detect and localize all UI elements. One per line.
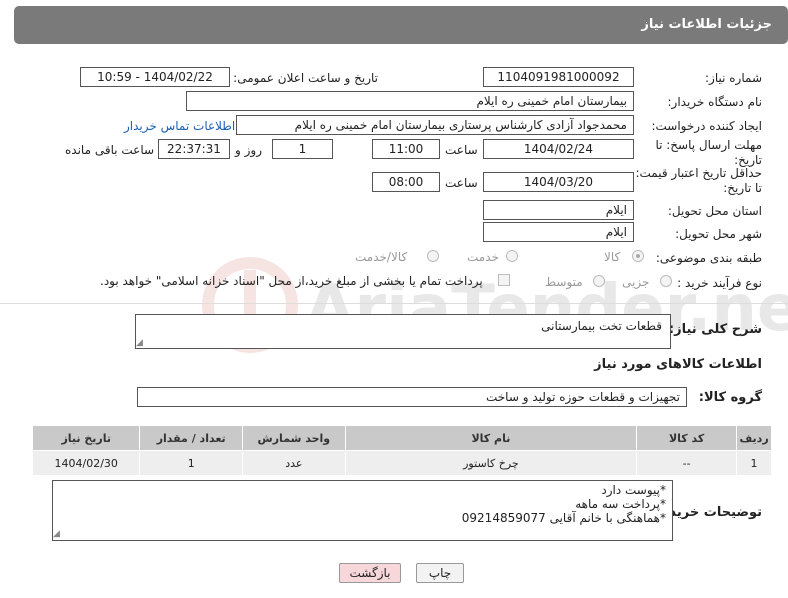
cell-qty: 1	[139, 450, 243, 476]
col-qty: تعداد / مقدار	[139, 425, 243, 451]
category-option-goods-service: کالا/خدمت	[355, 250, 408, 264]
col-unit: واحد شمارش	[241, 425, 346, 451]
goods-group-label: گروه کالا:	[698, 390, 762, 405]
items-table: ردیف کد کالا نام کالا واحد شمارش تعداد /…	[31, 425, 772, 476]
announce-field: 1404/02/22 - 10:59	[80, 67, 230, 87]
province-field: ایلام	[483, 200, 634, 220]
need-number-label: شماره نیاز:	[705, 71, 762, 85]
validity-date-field: 1404/03/20	[483, 172, 634, 192]
buyer-org-field: بیمارستان امام خمینی ره ایلام	[186, 91, 634, 111]
validity-time-field: 08:00	[372, 172, 440, 192]
buyer-note-line: *هماهنگی با خانم آقایی 09214859077	[461, 511, 666, 525]
process-radio-minor[interactable]	[660, 275, 672, 287]
cell-date: 1404/02/30	[31, 450, 141, 476]
cell-code: --	[636, 450, 738, 476]
table-header-row: ردیف کد کالا نام کالا واحد شمارش تعداد /…	[31, 425, 772, 451]
category-option-service: خدمت	[467, 250, 499, 264]
requester-field: محمدجواد آزادی کارشناس پرستاری بیمارستان…	[236, 115, 634, 135]
city-field: ایلام	[483, 222, 634, 242]
treasury-note: پرداخت تمام یا بخشی از مبلغ خرید،از محل …	[100, 274, 483, 288]
remaining-time-label: ساعت باقی مانده	[65, 143, 155, 157]
buyer-note-line: *پرداخت سه ماهه	[575, 497, 666, 511]
process-option-minor: جزیی	[622, 275, 650, 289]
city-label: شهر محل تحویل:	[675, 227, 762, 241]
section-divider	[0, 303, 788, 304]
resize-handle-icon: ◢	[136, 338, 143, 348]
validity-time-label: ساعت	[445, 176, 478, 190]
need-number-field: 1104091981000092	[483, 67, 634, 87]
table-row: 1 -- چرخ کاستور عدد 1 1404/02/30	[31, 450, 772, 476]
treasury-checkbox[interactable]	[498, 274, 510, 286]
col-code: کد کالا	[636, 425, 738, 451]
col-name: نام کالا	[344, 425, 638, 451]
page-header: جزئیات اطلاعات نیاز	[14, 6, 788, 44]
process-label: نوع فرآیند خرید :	[677, 276, 762, 290]
remaining-time-field: 22:37:31	[158, 139, 230, 159]
announce-label: تاریخ و ساعت اعلان عمومی:	[233, 71, 378, 85]
buyer-note-line: *پیوست دارد	[601, 483, 666, 497]
category-label: طبقه بندی موضوعی:	[655, 251, 762, 265]
buyer-notes-field: *پیوست دارد *پرداخت سه ماهه *هماهنگی با …	[52, 480, 673, 541]
requester-label: ایجاد کننده درخواست:	[651, 119, 762, 133]
province-label: استان محل تحویل:	[667, 204, 762, 218]
cell-name: چرخ کاستور	[344, 450, 638, 476]
category-radio-goods-service[interactable]	[427, 250, 439, 262]
col-row: ردیف	[736, 425, 772, 451]
deadline-label: مهلت ارسال پاسخ: تا تاریخ:	[655, 138, 762, 167]
deadline-days-label: روز و	[235, 143, 262, 157]
resize-handle-icon: ◢	[53, 529, 60, 539]
category-radio-goods[interactable]	[632, 250, 644, 262]
deadline-days-field: 1	[272, 139, 333, 159]
back-button[interactable]: بازگشت	[339, 563, 401, 583]
process-option-medium: متوسط	[545, 275, 583, 289]
print-button[interactable]: چاپ	[416, 563, 464, 583]
cell-unit: عدد	[241, 450, 346, 476]
goods-section-title: اطلاعات کالاهای مورد نیاز	[594, 357, 762, 372]
buyer-org-label: نام دستگاه خریدار:	[667, 95, 763, 109]
buyer-contact-link[interactable]: اطلاعات تماس خریدار	[124, 119, 235, 133]
deadline-date-field: 1404/02/24	[483, 139, 634, 159]
description-field: قطعات تخت بیمارستانی	[135, 314, 671, 349]
deadline-time-label: ساعت	[445, 143, 478, 157]
cell-row: 1	[736, 450, 772, 476]
description-label: شرح کلی نیاز:	[668, 322, 762, 337]
validity-label: حداقل تاریخ اعتبار قیمت: تا تاریخ:	[635, 166, 762, 195]
category-option-goods: کالا	[604, 250, 621, 264]
deadline-time-field: 11:00	[372, 139, 440, 159]
category-radio-service[interactable]	[506, 250, 518, 262]
process-radio-medium[interactable]	[593, 275, 605, 287]
col-date: تاریخ نیاز	[31, 425, 141, 451]
goods-group-field: تجهیزات و قطعات حوزه تولید و ساخت	[137, 387, 687, 407]
